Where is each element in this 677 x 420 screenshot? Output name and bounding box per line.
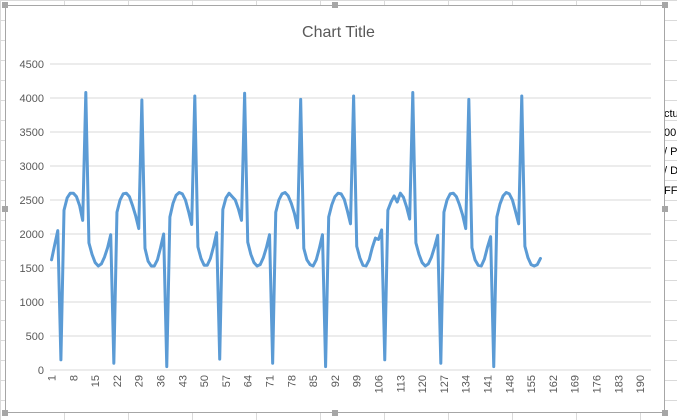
x-tick-label: 169 bbox=[570, 375, 582, 393]
y-tick-label: 1500 bbox=[20, 263, 44, 275]
y-tick-label: 2000 bbox=[20, 229, 44, 241]
x-tick-label: 85 bbox=[308, 375, 320, 387]
x-tick-label: 141 bbox=[483, 375, 495, 393]
x-tick-label: 148 bbox=[504, 375, 516, 393]
y-tick-label: 500 bbox=[26, 331, 44, 343]
x-tick-label: 8 bbox=[68, 375, 80, 381]
x-tick-label: 113 bbox=[395, 375, 407, 393]
x-tick-label: 43 bbox=[177, 375, 189, 387]
x-tick-label: 134 bbox=[461, 375, 473, 393]
line-plot: 0 500 1000 1500 2000 2500 3000 3500 4000 4500 1 8 15… bbox=[20, 59, 651, 393]
x-tick-label: 78 bbox=[286, 375, 298, 387]
y-tick-label: 0 bbox=[38, 365, 44, 377]
y-tick-label: 4500 bbox=[20, 59, 44, 71]
x-tick-label: 29 bbox=[134, 375, 146, 387]
x-tick-label: 120 bbox=[417, 375, 429, 393]
y-tick-label: 3000 bbox=[20, 161, 44, 173]
x-tick-label: 92 bbox=[330, 375, 342, 387]
x-tick-label: 190 bbox=[635, 375, 647, 393]
y-tick-label: 3500 bbox=[20, 127, 44, 139]
x-tick-label: 183 bbox=[613, 375, 625, 393]
series-line[interactable] bbox=[50, 91, 542, 369]
x-tick-label: 15 bbox=[90, 375, 102, 387]
x-tick-label: 155 bbox=[526, 375, 538, 393]
x-tick-label: 71 bbox=[265, 375, 277, 387]
x-tick-label: 64 bbox=[243, 375, 255, 387]
x-tick-label: 99 bbox=[352, 375, 364, 387]
x-tick-label: 50 bbox=[199, 375, 211, 387]
y-tick-label: 1000 bbox=[20, 297, 44, 309]
x-tick-label: 127 bbox=[439, 375, 451, 393]
x-tick-label: 36 bbox=[156, 375, 168, 387]
x-tick-label: 106 bbox=[374, 375, 386, 393]
y-tick-label: 4000 bbox=[20, 93, 44, 105]
x-tick-label: 1 bbox=[47, 375, 59, 381]
y-tick-label: 2500 bbox=[20, 195, 44, 207]
x-tick-label: 57 bbox=[221, 375, 233, 387]
x-tick-label: 162 bbox=[548, 375, 560, 393]
x-tick-label: 22 bbox=[112, 375, 124, 387]
x-tick-label: 176 bbox=[592, 375, 604, 393]
